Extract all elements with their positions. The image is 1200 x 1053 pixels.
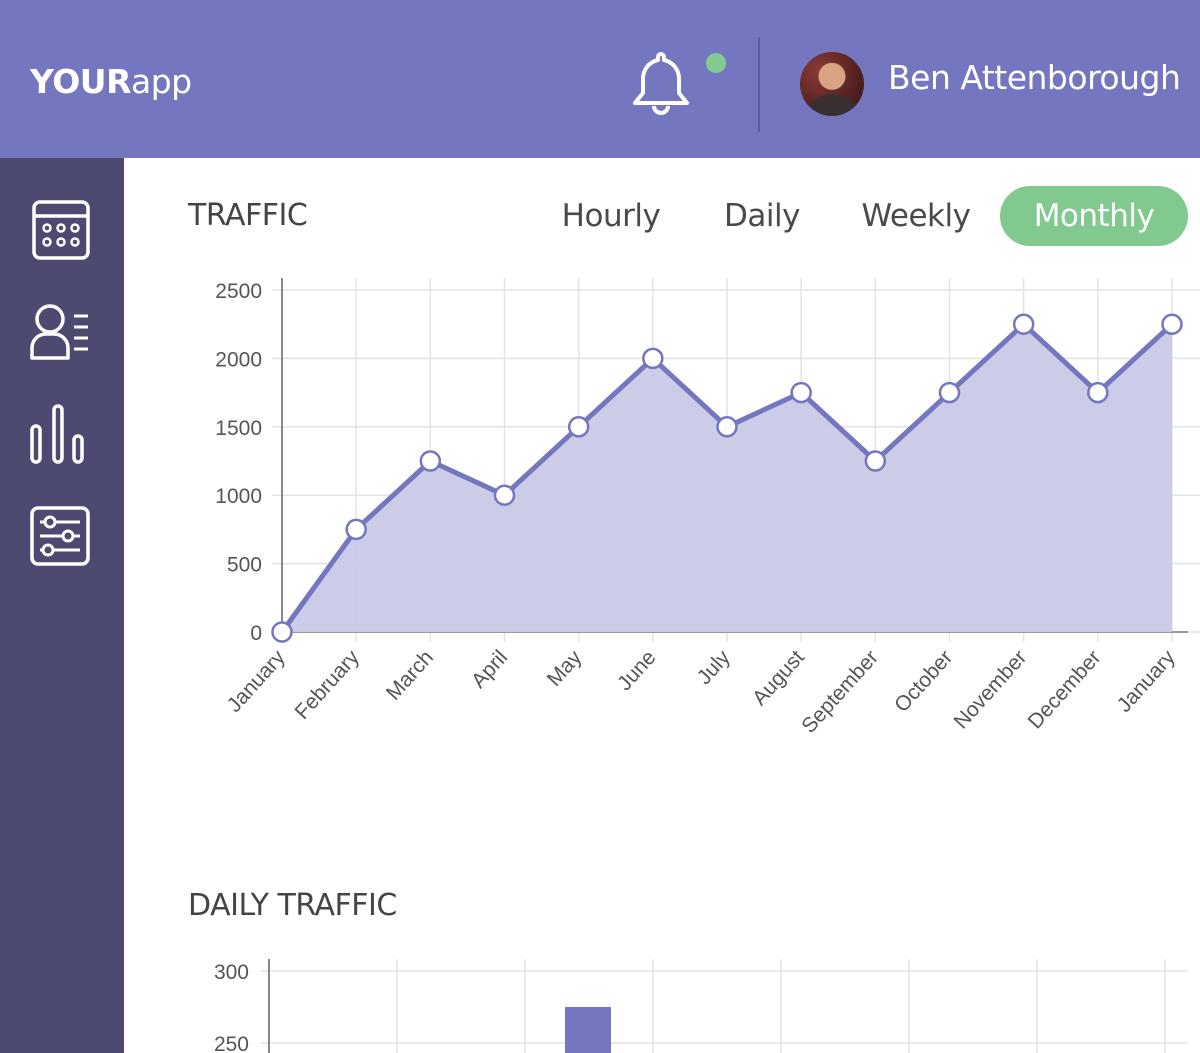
x-tick-label: October: [890, 646, 957, 717]
bar: [565, 1007, 611, 1053]
data-point: [419, 450, 442, 472]
members-icon[interactable]: [28, 300, 92, 364]
settings-sliders-icon[interactable]: [28, 504, 92, 568]
x-tick-label: July: [693, 646, 735, 690]
sidebar: [0, 158, 124, 1053]
tab-hourly[interactable]: Hourly: [548, 186, 674, 246]
data-point: [1012, 313, 1035, 335]
x-tick-label: November: [949, 646, 1031, 733]
y-tick-label: 250: [214, 1033, 249, 1053]
notification-dot: [706, 53, 726, 73]
x-tick-label: January: [223, 646, 290, 717]
data-point: [345, 518, 367, 541]
x-tick-label: March: [382, 646, 438, 705]
traffic-chart: 05001000150020002500January February March…: [215, 278, 1200, 738]
x-tick-label: January: [1113, 646, 1180, 717]
data-point: [938, 381, 961, 404]
data-point: [642, 347, 664, 370]
y-tick-label: 300: [214, 961, 249, 984]
x-tick-label: April: [467, 646, 512, 693]
y-tick-label: 1000: [215, 485, 262, 508]
calendar-icon[interactable]: [28, 198, 92, 262]
traffic-title: TRAFFIC: [188, 198, 308, 233]
tab-daily[interactable]: Daily: [708, 186, 816, 246]
data-point: [271, 621, 293, 643]
bar-chart-icon[interactable]: [28, 402, 92, 466]
data-point: [1161, 313, 1183, 335]
x-tick-label: February: [291, 646, 365, 724]
x-tick-label: September: [797, 646, 883, 738]
y-tick-label: 2500: [215, 280, 262, 303]
x-tick-label: June: [613, 646, 661, 695]
daily-traffic-title: DAILY TRAFFIC: [188, 888, 397, 923]
data-point: [864, 450, 887, 472]
x-tick-label: December: [1024, 646, 1106, 733]
data-point: [1087, 381, 1109, 404]
data-point: [716, 416, 738, 438]
y-tick-label: 0: [250, 622, 262, 645]
app-logo[interactable]: YOURapp: [30, 62, 192, 101]
data-point: [790, 381, 812, 404]
y-tick-label: 2000: [215, 348, 262, 371]
avatar[interactable]: [800, 52, 864, 116]
user-name[interactable]: Ben Attenborough: [888, 58, 1181, 97]
x-tick-label: August: [748, 646, 809, 710]
y-tick-label: 1500: [215, 417, 262, 440]
x-tick-label: May: [543, 646, 587, 691]
bell-icon[interactable]: [628, 48, 694, 118]
data-point: [567, 416, 590, 438]
data-point: [493, 484, 516, 506]
header-divider: [758, 37, 760, 132]
y-tick-label: 500: [227, 554, 262, 577]
tab-weekly[interactable]: Weekly: [848, 186, 984, 246]
app-header: YOURapp Ben Attenborough: [0, 0, 1200, 158]
daily-traffic-chart: 300 250: [214, 959, 1188, 1053]
tab-monthly[interactable]: Monthly: [1000, 186, 1188, 246]
